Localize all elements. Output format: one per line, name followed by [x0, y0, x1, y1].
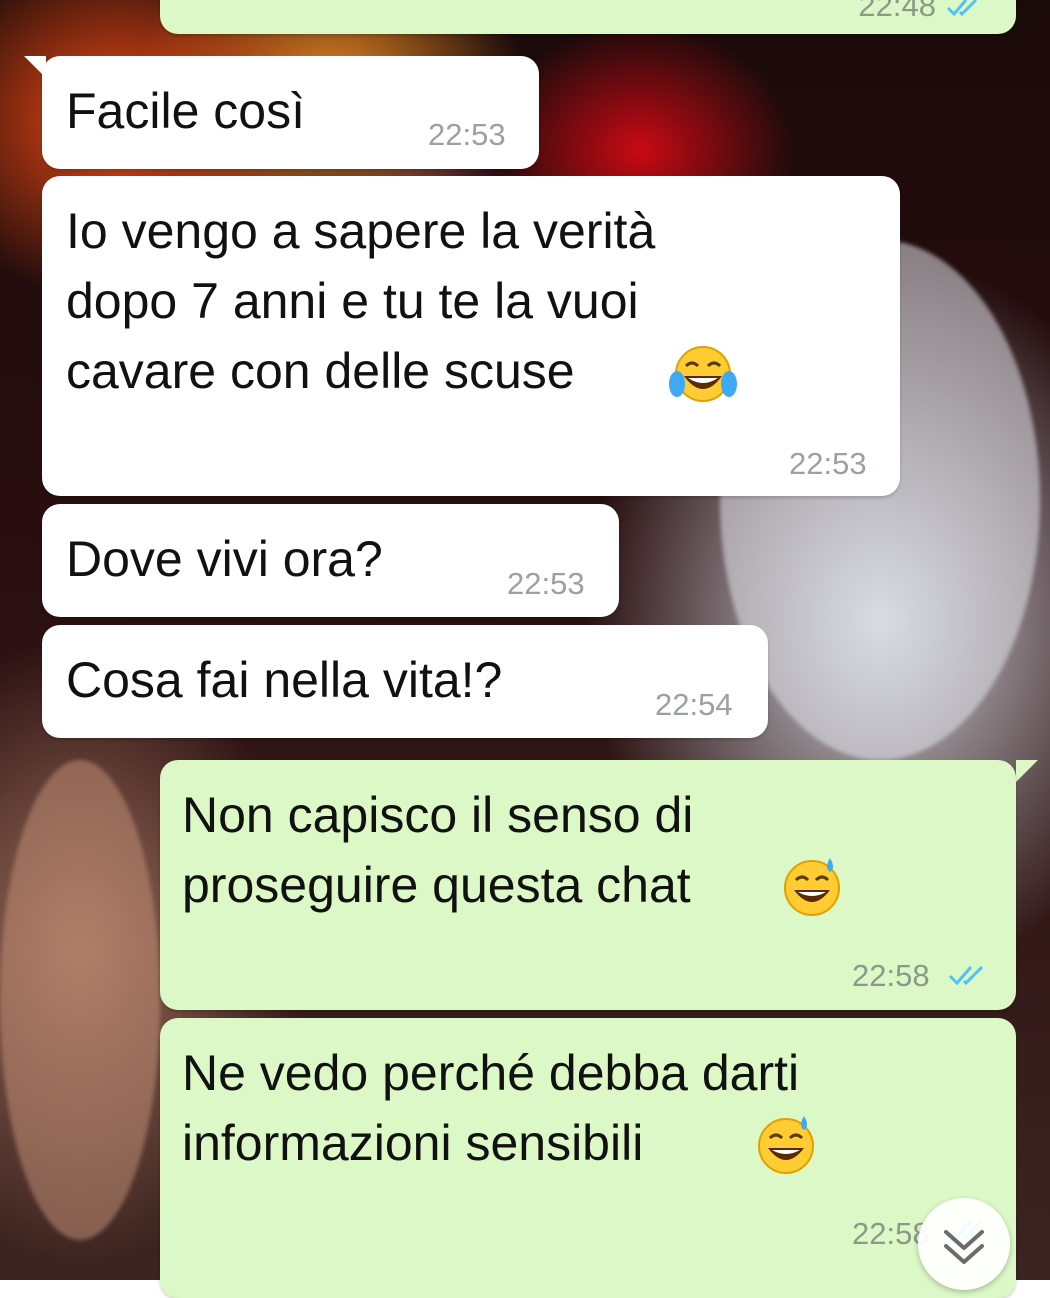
message-text-line: Non capisco il senso di — [182, 787, 694, 843]
message-bubble-outgoing[interactable]: 22:48 — [160, 0, 1016, 34]
grinning-sweat-emoji-icon — [758, 1116, 814, 1174]
scroll-to-bottom-button[interactable] — [918, 1198, 1010, 1290]
message-text-line: cavare con delle scuse — [66, 343, 575, 399]
message-time: 22:53 — [428, 117, 506, 152]
double-chevron-down-icon — [944, 1230, 984, 1264]
message-bubble-incoming[interactable]: Cosa fai nella vita!? 22:54 — [42, 625, 768, 738]
tears-of-joy-emoji-icon — [669, 346, 737, 402]
message-text-line: informazioni sensibili — [182, 1115, 644, 1171]
message-text-line: Io vengo a sapere la verità — [66, 203, 656, 259]
message-text: Dove vivi ora? — [66, 531, 383, 587]
message-bubble-incoming[interactable]: Facile così 22:53 — [42, 56, 539, 169]
message-time: 22:48 — [858, 0, 936, 23]
message-text: Facile così — [66, 83, 305, 139]
message-time: 22:58 — [852, 958, 930, 993]
message-bubble-incoming[interactable]: Io vengo a sapere la verità dopo 7 anni … — [42, 176, 900, 496]
wallpaper-figure — [0, 760, 160, 1240]
message-text-line: dopo 7 anni e tu te la vuoi — [66, 273, 639, 329]
read-receipt-icon — [946, 0, 978, 17]
message-bubble-outgoing[interactable]: Non capisco il senso di proseguire quest… — [160, 760, 1016, 1010]
message-text-line: Ne vedo perché debba darti — [182, 1045, 800, 1101]
message-text: Cosa fai nella vita!? — [66, 652, 503, 708]
bubble-tail — [1016, 760, 1038, 782]
message-time: 22:54 — [655, 687, 733, 722]
read-receipt-icon — [948, 965, 984, 986]
message-bubble-outgoing[interactable]: Ne vedo perché debba darti informazioni … — [160, 1018, 1016, 1298]
message-time: 22:53 — [789, 446, 867, 481]
message-time: 22:53 — [507, 566, 585, 601]
grinning-sweat-emoji-icon — [784, 858, 840, 916]
message-bubble-incoming[interactable]: Dove vivi ora? 22:53 — [42, 504, 619, 617]
message-text-line: proseguire questa chat — [182, 857, 691, 913]
